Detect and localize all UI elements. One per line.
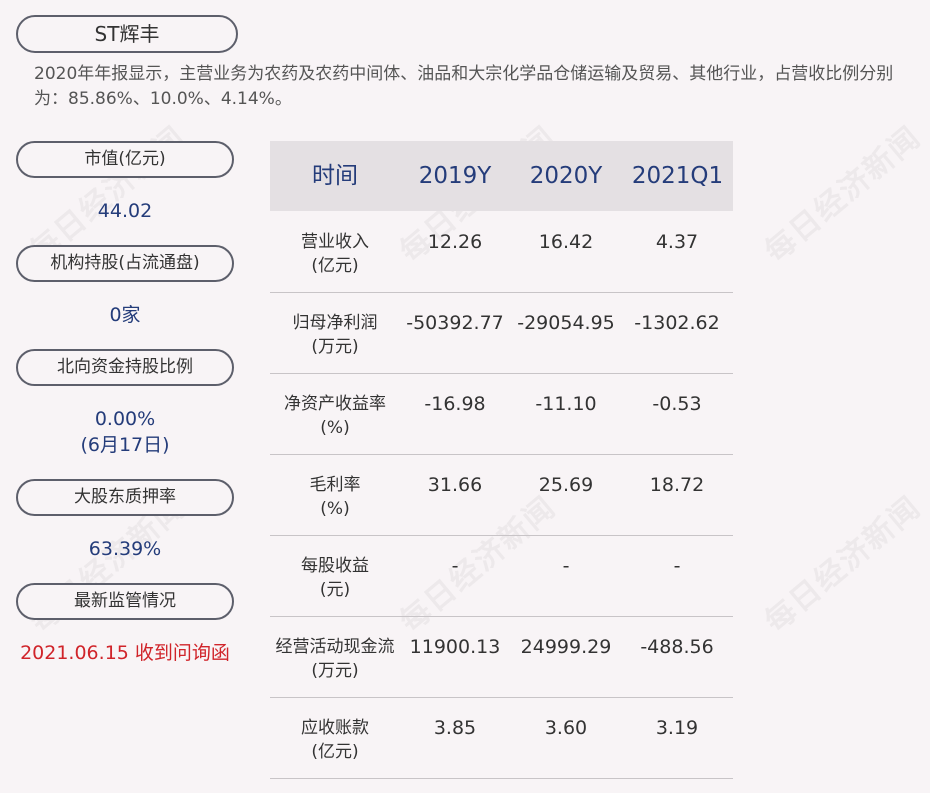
row-value: -50392.77 — [406, 312, 504, 334]
northbound-holding-label: 北向资金持股比例 — [16, 349, 234, 386]
row-label: 经营活动现金流 (万元) — [275, 637, 395, 681]
northbound-holding-value: 0.00% — [94, 408, 156, 430]
row-value: 3.85 — [433, 717, 477, 739]
row-label: 应收账款 (亿元) — [301, 718, 369, 762]
row-value: -1302.62 — [634, 312, 720, 334]
row-value: 16.42 — [538, 231, 594, 253]
row-label: 营业收入 (亿元) — [301, 232, 369, 276]
row-value: -16.98 — [424, 393, 486, 415]
row-value: -488.56 — [640, 636, 714, 658]
market-cap-label: 市值(亿元) — [16, 141, 234, 178]
table-row-operating-cashflow: 经营活动现金流 (万元) 11900.13 24999.29 -488.56 — [270, 616, 733, 698]
row-value: 25.69 — [538, 474, 594, 496]
row-value: 4.37 — [655, 231, 699, 253]
row-value: - — [673, 555, 681, 577]
row-value: - — [451, 555, 459, 577]
row-value: 3.60 — [544, 717, 588, 739]
row-value: -0.53 — [652, 393, 702, 415]
northbound-holding-date: (6月17日) — [80, 434, 170, 456]
row-label: 毛利率 (%) — [309, 475, 361, 519]
row-label: 净资产收益率 (%) — [284, 394, 386, 438]
row-value: 12.26 — [427, 231, 483, 253]
table-row-roe: 净资产收益率 (%) -16.98 -11.10 -0.53 — [270, 373, 733, 455]
row-value: - — [562, 555, 570, 577]
table-header: 时间 2019Y 2020Y 2021Q1 — [270, 141, 733, 211]
pledge-ratio-label: 大股东质押率 — [16, 479, 234, 516]
institution-holding-label: 机构持股(占流通盘) — [16, 245, 234, 282]
table-row-eps: 每股收益 (元) - - - — [270, 535, 733, 617]
row-value: 3.19 — [655, 717, 699, 739]
watermark: 每日经济新闻 — [758, 119, 929, 270]
row-label: 每股收益 (元) — [301, 556, 369, 600]
market-cap-value: 44.02 — [97, 200, 153, 222]
regulation-status-value: 2021.06.15 收到问询函 — [20, 642, 230, 664]
table-row-gross-margin: 毛利率 (%) 31.66 25.69 18.72 — [270, 454, 733, 536]
row-value: -11.10 — [535, 393, 597, 415]
table-row-revenue: 营业收入 (亿元) 12.26 16.42 4.37 — [270, 211, 733, 293]
row-value: 18.72 — [649, 474, 705, 496]
institution-holding-value: 0家 — [109, 304, 141, 326]
header-time: 时间 — [312, 163, 358, 189]
company-title: ST辉丰 — [16, 15, 238, 53]
row-value: 24999.29 — [520, 636, 612, 658]
row-label: 归母净利润 (万元) — [292, 313, 378, 357]
pledge-ratio-value: 63.39% — [88, 538, 162, 560]
header-2019y: 2019Y — [418, 163, 492, 189]
row-value: 31.66 — [427, 474, 483, 496]
header-2021q1: 2021Q1 — [631, 163, 724, 189]
row-value: -29054.95 — [517, 312, 615, 334]
header-2020y: 2020Y — [529, 163, 603, 189]
regulation-status-label: 最新监管情况 — [16, 583, 234, 620]
row-value: 11900.13 — [409, 636, 501, 658]
watermark: 每日经济新闻 — [758, 489, 929, 640]
business-summary: 2020年年报显示，主营业务为农药及农药中间体、油品和大宗化学品仓储运输及贸易、… — [34, 64, 894, 109]
table-row-receivables: 应收账款 (亿元) 3.85 3.60 3.19 — [270, 697, 733, 779]
table-row-net-profit: 归母净利润 (万元) -50392.77 -29054.95 -1302.62 — [270, 292, 733, 374]
